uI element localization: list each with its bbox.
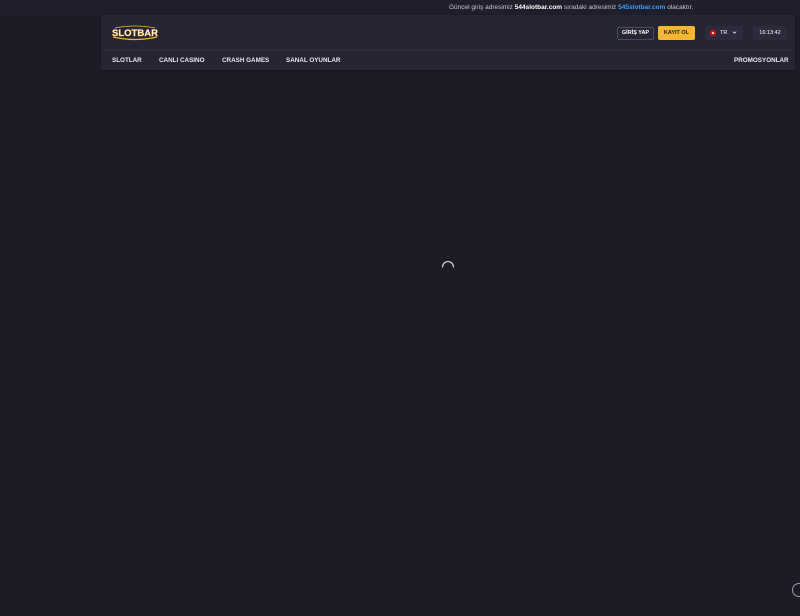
logo-graphic: SLOTBAR [112,25,158,41]
slotbar-logo[interactable]: SLOTBAR [111,24,159,41]
loading-spinner-icon [441,260,455,268]
language-selector[interactable]: TR [705,26,743,40]
scroll-to-top-icon[interactable] [792,583,800,597]
register-button[interactable]: KAYIT OL [658,26,695,40]
next-domain-link[interactable]: 545slotbar.com [618,4,665,11]
logo-text: SLOTBAR [112,28,158,39]
current-domain[interactable]: 544slotbar.com [515,4,562,11]
announcement-message: Güncel giriş adresimiz 544slotbar.com sı… [449,0,693,15]
language-code: TR [720,30,728,36]
nav-item-promosyonlar[interactable]: PROMOSYONLAR [734,51,789,70]
announcement-bar: Güncel giriş adresimiz 544slotbar.com sı… [0,0,800,15]
announcement-middle: sıradaki adresimiz [563,4,617,11]
nav-item-canli-casino[interactable]: CANLI CASINO [159,51,204,70]
announcement-suffix: olacaktır. [667,4,694,11]
nav-item-slotlar[interactable]: SLOTLAR [112,51,142,70]
login-button[interactable]: GİRİŞ YAP [617,27,654,40]
announcement-prefix: Güncel giriş adresimiz [449,4,513,11]
main-nav: SLOTLAR CANLI CASINO CRASH GAMES SANAL O… [101,51,795,70]
header-top-row: SLOTBAR GİRİŞ YAP KAYIT OL TR 16:13:42 [101,15,795,50]
turkey-flag-icon [710,30,716,36]
clock-display: 16:13:42 [753,26,787,40]
chevron-down-icon [732,31,737,34]
nav-item-sanal-oyunlar[interactable]: SANAL OYUNLAR [286,51,340,70]
site-header: SLOTBAR GİRİŞ YAP KAYIT OL TR 16:13:42 S… [101,15,795,70]
nav-item-crash-games[interactable]: CRASH GAMES [222,51,269,70]
